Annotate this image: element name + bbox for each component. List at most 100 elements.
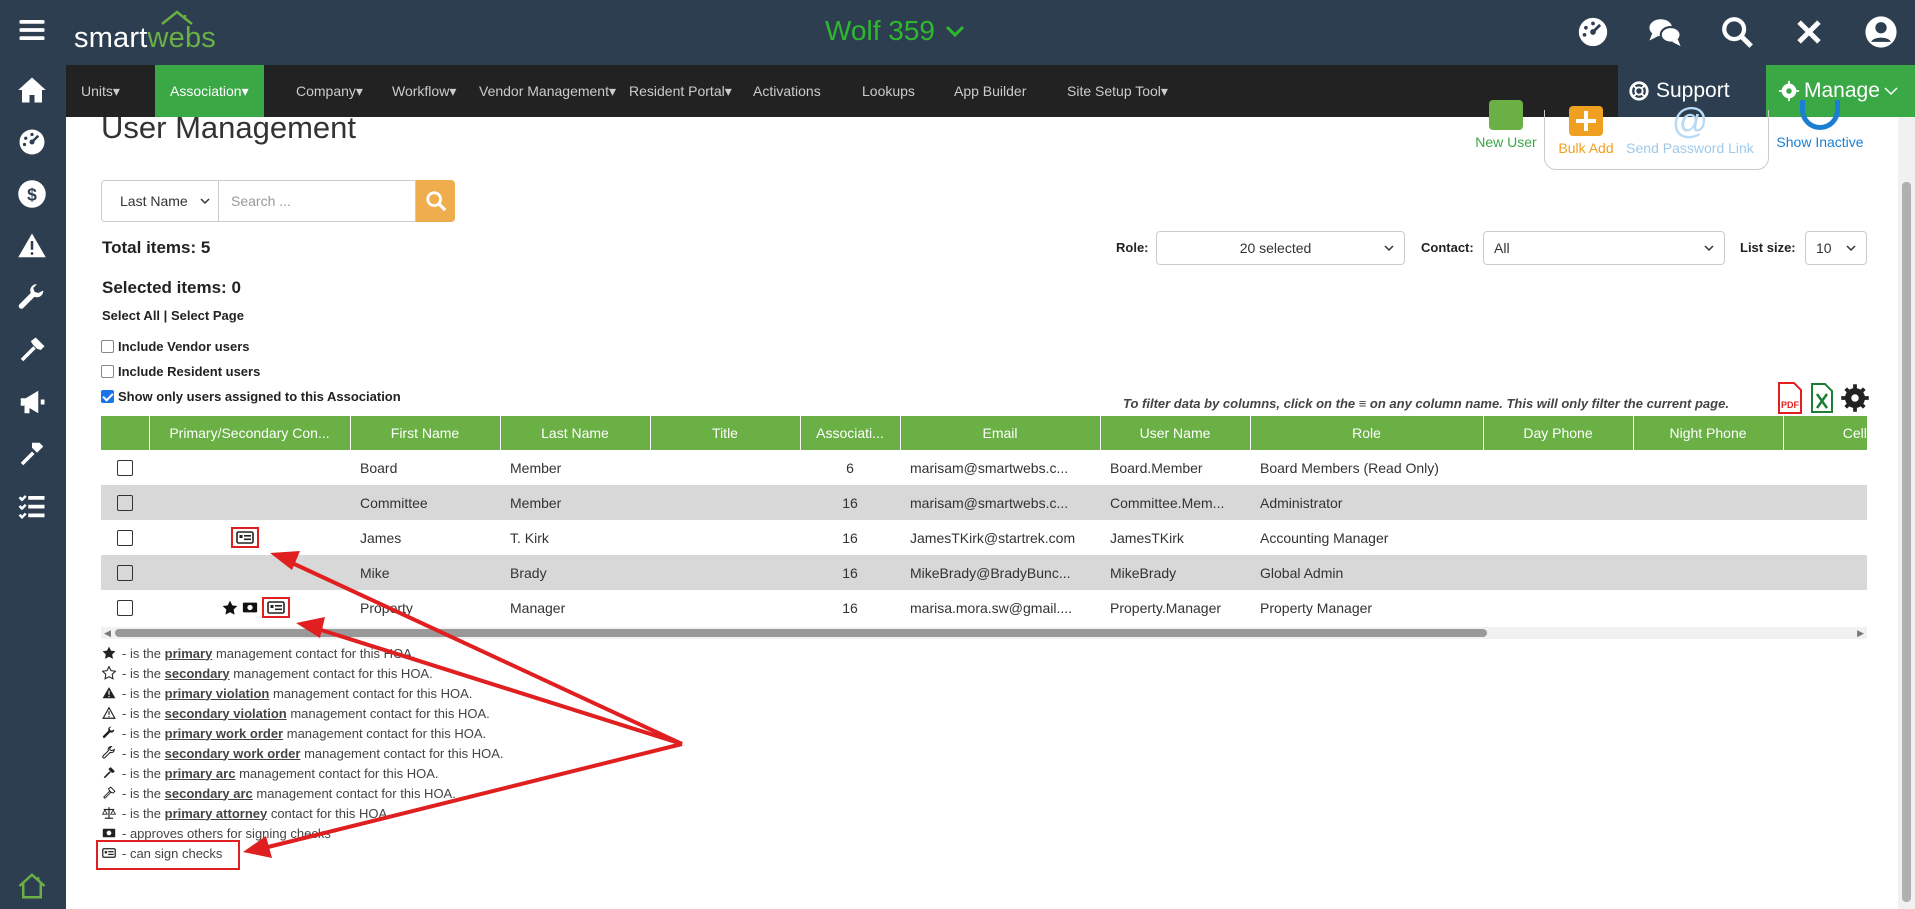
gear-icon[interactable]	[1840, 383, 1870, 413]
checkbox[interactable]	[101, 340, 114, 353]
close-icon[interactable]	[1791, 14, 1827, 50]
megaphone-icon[interactable]	[14, 384, 50, 420]
list-size-select[interactable]: 10	[1805, 231, 1867, 265]
dashboard-icon[interactable]	[14, 124, 50, 160]
col-last-name[interactable]: Last Name	[500, 416, 651, 450]
plus-icon	[1569, 106, 1603, 136]
col-role[interactable]: Role	[1250, 416, 1484, 450]
chat-icon[interactable]	[1647, 14, 1683, 50]
contact-filter-label: Contact:	[1421, 240, 1474, 255]
home-icon[interactable]	[14, 72, 50, 108]
col-email[interactable]: Email	[900, 416, 1101, 450]
menu-app-builder[interactable]: App Builder	[939, 65, 1041, 117]
legend-item: - is the primary attorney contact for th…	[102, 803, 504, 823]
table-row[interactable]: Committee Member 16 marisam@smartwebs.c.…	[101, 485, 1867, 520]
send-password-link-button[interactable]: @ Send Password Link	[1620, 103, 1760, 157]
checklist-icon[interactable]	[14, 488, 50, 524]
email-cell: marisam@smartwebs.c...	[910, 459, 1069, 476]
search-field-select[interactable]: Last Name	[101, 180, 219, 222]
selected-items: Selected items: 0	[102, 278, 241, 297]
menu-site-setup-tool-label: Site Setup Tool	[1067, 83, 1161, 99]
table-row[interactable]: Mike Brady 16 MikeBrady@BradyBunc... Mik…	[101, 555, 1867, 590]
menu-workflow[interactable]: Workflow▾	[377, 65, 471, 117]
table-row[interactable]: James T. Kirk 16 JamesTKirk@startrek.com…	[101, 520, 1867, 555]
row-checkbox[interactable]	[117, 600, 133, 617]
dollar-icon[interactable]: $	[14, 176, 50, 212]
table-row[interactable]: Board Member 6 marisam@smartwebs.c... Bo…	[101, 450, 1867, 485]
row-checkbox[interactable]	[117, 565, 133, 582]
checkbox[interactable]	[101, 390, 114, 403]
excel-icon[interactable]	[1810, 383, 1834, 413]
menu-units-label: Units	[81, 83, 113, 99]
hammer-icon[interactable]	[14, 332, 50, 368]
col-title[interactable]: Title	[650, 416, 801, 450]
col-night-phone[interactable]: Night Phone	[1633, 416, 1784, 450]
new-user-button[interactable]: New User	[1470, 100, 1542, 150]
scroll-right-arrow[interactable]: ▶	[1857, 628, 1864, 639]
col-associations[interactable]: Associati...	[800, 416, 901, 450]
last-name-cell: Brady	[500, 555, 650, 590]
bulk-add-label: Bulk Add	[1558, 140, 1614, 156]
row-checkbox-cell	[101, 555, 149, 590]
top-toolbar-icons	[1575, 14, 1915, 50]
legend-item: - is the secondary management contact fo…	[102, 663, 504, 683]
menu-app-builder-label: App Builder	[954, 83, 1027, 99]
pdf-icon[interactable]: PDF	[1776, 382, 1804, 414]
select-all-link[interactable]: Select All	[102, 308, 160, 323]
col-first-name[interactable]: First Name	[350, 416, 501, 450]
tools-icon[interactable]	[14, 436, 50, 472]
total-items: Total items: 5	[102, 238, 211, 257]
wrench-icon[interactable]	[14, 280, 50, 316]
app-logo[interactable]: smartwebs	[74, 22, 216, 55]
search-icon[interactable]	[1719, 14, 1755, 50]
bulk-add-button[interactable]: Bulk Add	[1555, 106, 1617, 156]
checkbox[interactable]	[101, 365, 114, 378]
association-selector[interactable]: Wolf 359	[825, 15, 965, 47]
dashboard-icon[interactable]	[1575, 14, 1611, 50]
col-user-name[interactable]: User Name	[1100, 416, 1251, 450]
row-checkbox-cell	[101, 520, 149, 555]
first-name-cell: Property	[360, 599, 413, 616]
show-inactive-button[interactable]: Show Inactive	[1773, 100, 1867, 150]
menu-activations[interactable]: Activations	[738, 65, 836, 117]
money-icon	[102, 828, 116, 838]
col-select[interactable]	[101, 416, 150, 450]
vertical-scrollbar[interactable]	[1898, 117, 1915, 909]
star-outline-icon	[102, 666, 116, 680]
contact-filter-select[interactable]: All	[1483, 231, 1725, 265]
col-cell-phone[interactable]: Cell Phone	[1783, 416, 1867, 450]
chevron-down-icon	[200, 198, 210, 205]
col-day-phone[interactable]: Day Phone	[1483, 416, 1634, 450]
menu-lookups[interactable]: Lookups	[847, 65, 930, 117]
include-vendor-users-checkbox[interactable]: Include Vendor users	[101, 339, 250, 354]
menu-site-setup-tool[interactable]: Site Setup Tool▾	[1052, 65, 1183, 117]
new-user-label: New User	[1475, 134, 1537, 150]
night-phone-cell	[1633, 590, 1783, 625]
menu-resident-portal[interactable]: Resident Portal▾	[614, 65, 747, 117]
warning-icon[interactable]	[14, 228, 50, 264]
legend-text: - is the primary management contact for …	[122, 645, 416, 661]
col-primary-secondary[interactable]: Primary/Secondary Con...	[149, 416, 351, 450]
search-input[interactable]: Search ...	[219, 180, 416, 222]
show-assigned-users-checkbox[interactable]: Show only users assigned to this Associa…	[101, 389, 401, 404]
select-page-link[interactable]: Select Page	[171, 308, 244, 323]
role-filter-select[interactable]: 20 selected	[1156, 231, 1405, 265]
table-row[interactable]: Property Manager 16 marisa.mora.sw@gmail…	[101, 590, 1867, 625]
horizontal-scrollbar[interactable]: ◀ ▶	[101, 627, 1867, 639]
row-checkbox[interactable]	[117, 460, 133, 477]
user-icon[interactable]	[1863, 14, 1899, 50]
search-button[interactable]	[416, 180, 455, 222]
search-bar: Last Name Search ...	[101, 180, 455, 222]
first-name-cell: Mike	[350, 555, 500, 590]
scrollbar-thumb[interactable]	[1902, 182, 1911, 902]
menu-icon[interactable]	[14, 12, 50, 48]
row-checkbox[interactable]	[117, 495, 133, 512]
include-resident-users-checkbox[interactable]: Include Resident users	[101, 364, 260, 379]
chevron-down-icon	[1846, 245, 1856, 252]
scroll-left-arrow[interactable]: ◀	[104, 628, 111, 639]
contact-icons-cell	[149, 450, 350, 485]
search-icon	[425, 191, 446, 212]
row-checkbox[interactable]	[117, 530, 133, 547]
scrollbar-thumb[interactable]	[115, 629, 1487, 637]
menu-vendor-management[interactable]: Vendor Management▾	[464, 65, 631, 117]
